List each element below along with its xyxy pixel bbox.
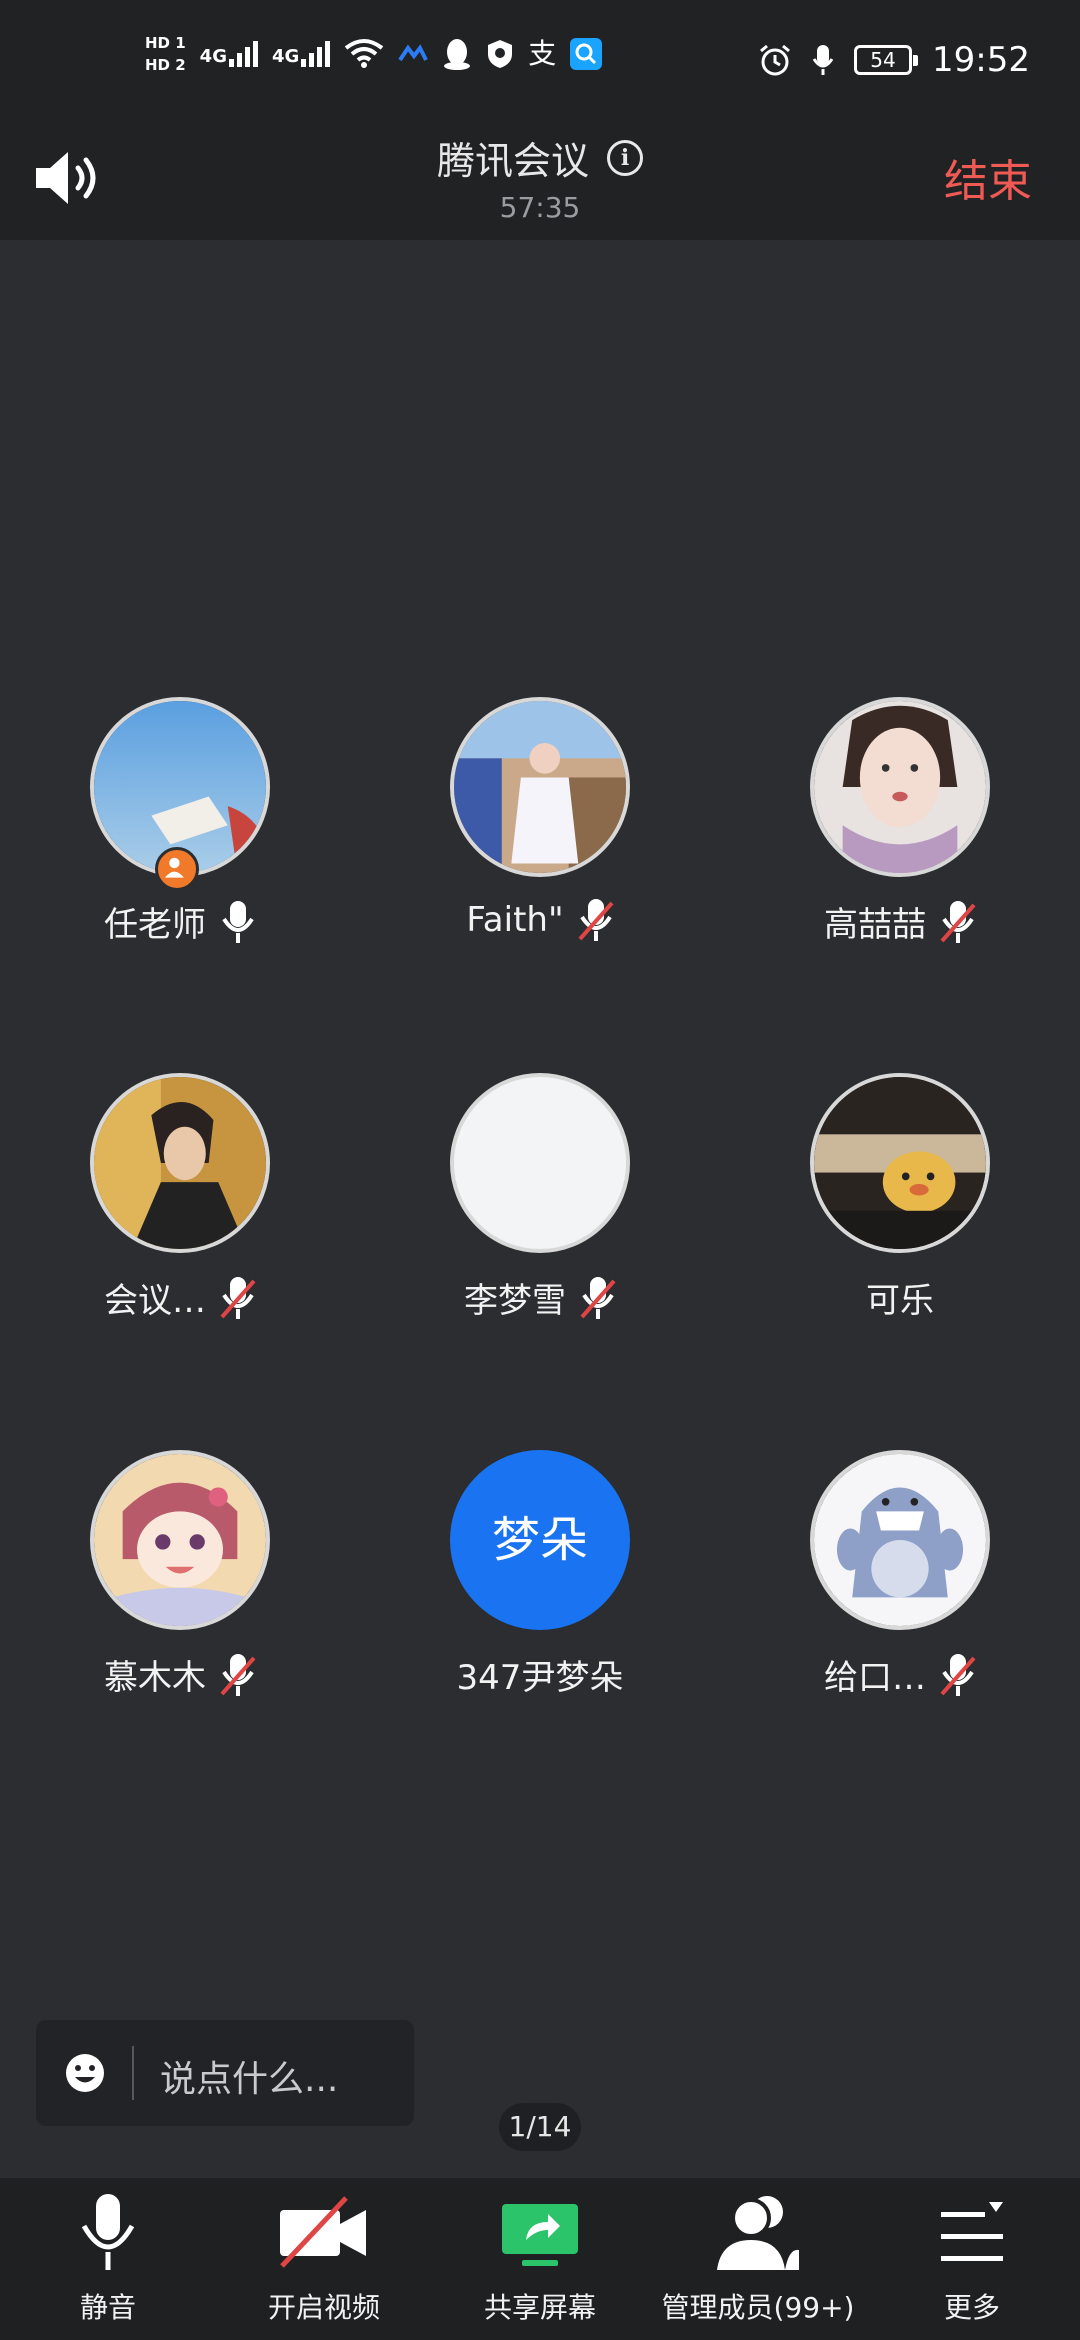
app-notification-icon bbox=[398, 44, 429, 62]
participant-name: 任老师 bbox=[104, 905, 206, 945]
more-menu-icon bbox=[941, 2202, 1003, 2261]
meeting-timer: 57:35 bbox=[499, 191, 581, 224]
video-off-icon bbox=[280, 2196, 366, 2268]
participant-tile[interactable]: 任老师 bbox=[0, 697, 360, 957]
avatar bbox=[810, 1073, 990, 1253]
start-video-button[interactable]: 开启视频 bbox=[244, 2178, 404, 2340]
participant-tile[interactable]: 可乐 bbox=[720, 1073, 1080, 1333]
participant-name: 高喆喆 bbox=[824, 905, 926, 945]
status-left: HD 1 HD 2 4G 4G 支 bbox=[145, 34, 603, 74]
avatar bbox=[810, 697, 990, 877]
share-screen-button[interactable]: 共享屏幕 bbox=[460, 2178, 620, 2340]
participant-tile[interactable]: 梦朵 347尹梦朵 bbox=[360, 1450, 720, 1710]
avatar bbox=[90, 1450, 270, 1630]
chat-divider bbox=[132, 2046, 134, 2100]
participant-tile[interactable]: 会议… bbox=[0, 1073, 360, 1333]
avatar bbox=[90, 1073, 270, 1253]
network-1-label: 4G bbox=[199, 46, 227, 67]
more-label: 更多 bbox=[943, 2291, 1000, 2324]
network-2-label: 4G bbox=[271, 46, 300, 67]
microphone-icon bbox=[81, 2194, 135, 2270]
status-right: 54 19:52 bbox=[758, 40, 1030, 80]
microphone-muted-icon bbox=[940, 1653, 976, 1696]
avatar bbox=[810, 1450, 990, 1630]
mute-button[interactable]: 静音 bbox=[28, 2178, 188, 2340]
meeting-title-block: 腾讯会议 i 57:35 bbox=[0, 130, 1080, 224]
hd1-label: HD 1 bbox=[145, 34, 186, 52]
avatar bbox=[450, 697, 630, 877]
info-icon[interactable]: i bbox=[607, 139, 643, 176]
microphone-muted-icon bbox=[578, 899, 614, 941]
participant-name: 可乐 bbox=[866, 1281, 934, 1321]
chat-input[interactable]: 说点什么... bbox=[36, 2020, 414, 2126]
avatar-initials: 梦朵 bbox=[450, 1450, 630, 1630]
hd2-label: HD 2 bbox=[145, 56, 186, 74]
end-meeting-button[interactable]: 结束 bbox=[944, 145, 1032, 209]
share-screen-label: 共享屏幕 bbox=[483, 2291, 596, 2324]
participant-name: 给口… bbox=[824, 1658, 926, 1698]
page-indicator: 1/14 bbox=[499, 2103, 581, 2151]
participant-tile[interactable]: 给口… bbox=[720, 1450, 1080, 1710]
participant-name: Faith" bbox=[466, 900, 564, 940]
hd-indicators: HD 1 HD 2 bbox=[145, 34, 186, 74]
members-icon bbox=[717, 2196, 799, 2270]
clock: 19:52 bbox=[932, 40, 1030, 80]
shield-icon bbox=[488, 40, 513, 68]
participant-tile[interactable]: 高喆喆 bbox=[720, 697, 1080, 957]
meeting-header: 腾讯会议 i 57:35 结束 bbox=[0, 130, 1080, 240]
search-app-icon bbox=[570, 38, 603, 70]
alarm-icon bbox=[760, 44, 790, 76]
share-screen-icon bbox=[502, 2204, 578, 2266]
manage-members-button[interactable]: 管理成员(99+) bbox=[650, 2178, 866, 2340]
microphone-muted-icon bbox=[220, 1276, 256, 1319]
start-video-label: 开启视频 bbox=[267, 2291, 380, 2324]
microphone-muted-icon bbox=[220, 1653, 256, 1696]
signal-1-icon: 4G bbox=[200, 41, 258, 67]
more-button[interactable]: 更多 bbox=[892, 2178, 1052, 2340]
signal-2-icon: 4G bbox=[271, 41, 331, 67]
chat-placeholder: 说点什么... bbox=[160, 2059, 339, 2100]
host-badge-icon bbox=[155, 847, 199, 891]
battery-icon: 54 bbox=[854, 45, 919, 75]
emoji-icon[interactable] bbox=[64, 2052, 106, 2094]
participant-name: 347尹梦朵 bbox=[456, 1658, 624, 1698]
meeting-title: 腾讯会议 bbox=[436, 139, 589, 183]
microphone-muted-icon bbox=[580, 1276, 616, 1319]
alipay-icon: 支 bbox=[528, 37, 557, 70]
participant-tile[interactable]: Faith" bbox=[360, 697, 720, 957]
bottom-toolbar: 静音 开启视频 共享屏幕 管理成员(99+) 更多 bbox=[0, 2178, 1080, 2340]
participant-name: 会议… bbox=[104, 1281, 206, 1321]
participant-tile[interactable]: 李梦雪 bbox=[360, 1073, 720, 1333]
status-bar: HD 1 HD 2 4G 4G 支 54 19:52 bbox=[0, 0, 1080, 130]
microphone-on-icon bbox=[222, 900, 254, 943]
participant-name: 慕木木 bbox=[104, 1658, 206, 1698]
qq-icon bbox=[444, 39, 471, 70]
participant-name: 李梦雪 bbox=[464, 1281, 566, 1321]
participant-tile[interactable]: 慕木木 bbox=[0, 1450, 360, 1710]
avatar bbox=[450, 1073, 630, 1253]
microphone-status-icon bbox=[812, 45, 834, 75]
microphone-muted-icon bbox=[940, 900, 976, 943]
mute-label: 静音 bbox=[79, 2291, 136, 2324]
wifi-icon bbox=[345, 39, 384, 68]
manage-members-label: 管理成员(99+) bbox=[661, 2291, 855, 2324]
